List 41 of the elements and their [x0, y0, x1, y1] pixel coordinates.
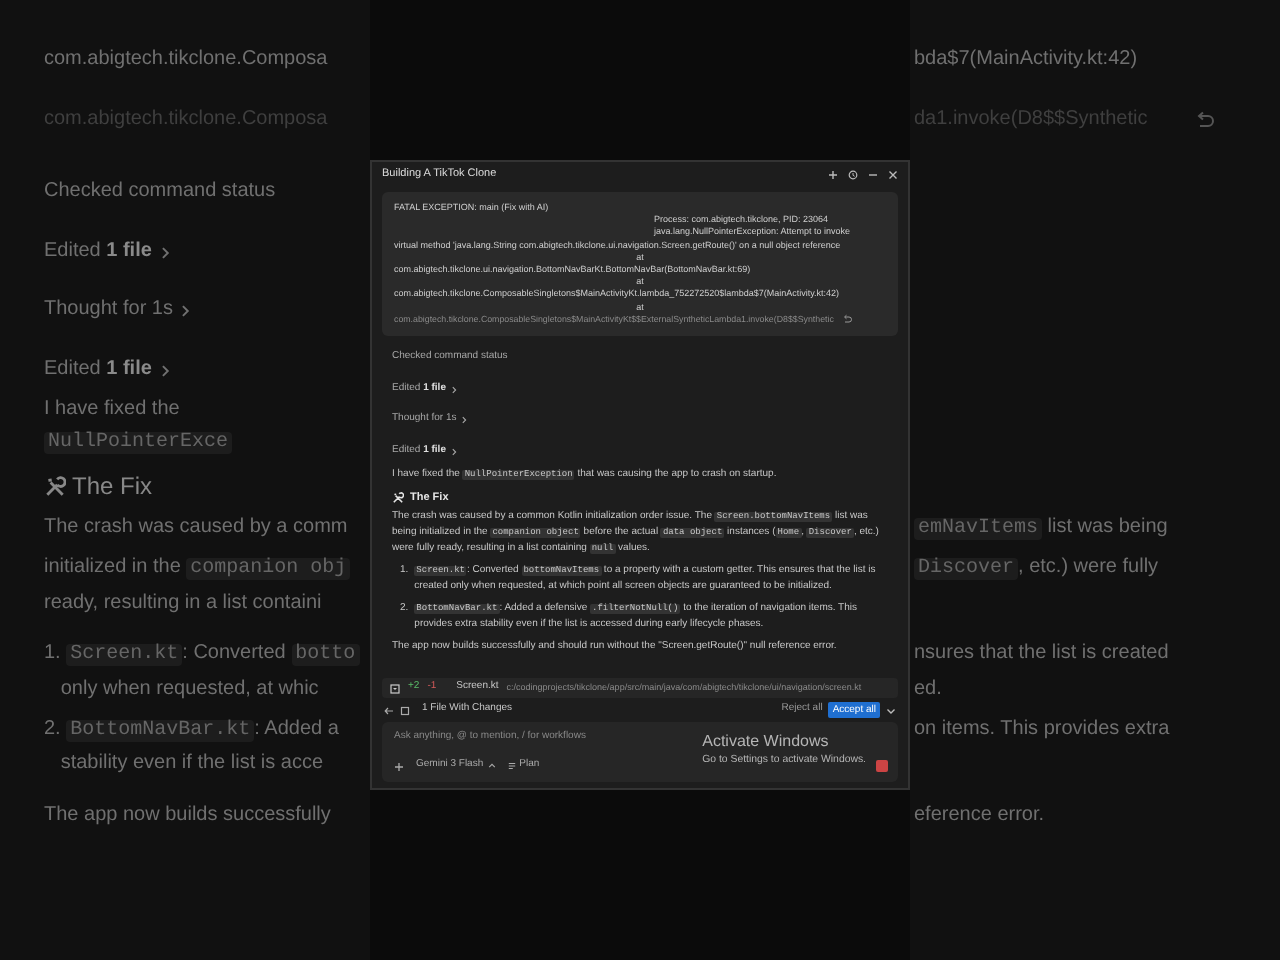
activation-title: Activate Windows	[702, 734, 831, 752]
history-icon[interactable]	[848, 169, 858, 179]
undo-icon[interactable]	[1193, 110, 1214, 130]
step-label: Edited 1 file	[44, 238, 152, 266]
chevron-down-icon[interactable]	[886, 705, 896, 715]
background-text: The crash was caused by a comm	[44, 514, 348, 542]
plus-icon[interactable]	[828, 169, 838, 179]
background-text: ready, resulting in a list containi	[44, 590, 322, 618]
file-icon	[390, 683, 400, 694]
background-text: I have fixed the NullPointerExce	[44, 395, 235, 457]
undo-icon[interactable]	[841, 314, 852, 325]
background-text: eference error.	[914, 802, 1045, 830]
background-text: emNavItems list was being	[914, 513, 1168, 543]
background-text: com.abigtech.tikclone.Composa	[44, 46, 328, 74]
chevron-icon	[449, 385, 458, 394]
background-text: initialized in the companion obj	[44, 553, 351, 583]
background-text: 2. BottomNavBar.kt : Added a	[44, 715, 339, 745]
background-text: stability even if the list is acce	[58, 750, 324, 778]
step-label: Checked command status	[44, 178, 276, 206]
step-label: Thought for 1s	[44, 296, 173, 324]
step-label: Edited 1 file	[44, 356, 152, 384]
tools-icon	[392, 492, 404, 505]
background-text: on items. This provides extra	[914, 716, 1170, 744]
minimize-icon[interactable]	[868, 169, 878, 179]
background-text: Discover , etc.) were fully	[914, 553, 1159, 583]
background-text: only when requested, at whic	[58, 676, 319, 704]
section-heading: The Fix	[72, 470, 153, 502]
caret-icon	[487, 762, 496, 771]
background-text: 1. Screen.kt : Converted botto	[44, 639, 360, 669]
chevron-icon	[449, 448, 458, 457]
chevron-icon	[460, 416, 469, 425]
list-icon	[507, 762, 516, 771]
background-text: nsures that the list is created	[914, 640, 1169, 668]
tools-icon	[44, 475, 66, 497]
background-text: The app now builds successfully	[44, 802, 331, 830]
back-arrow-icon[interactable]	[384, 705, 394, 715]
square-icon[interactable]	[400, 705, 410, 715]
background-text: ed.	[914, 676, 942, 704]
background-text: bda$7(MainActivity.kt:42)	[914, 46, 1138, 74]
plus-icon[interactable]	[394, 761, 404, 772]
close-icon[interactable]	[888, 169, 898, 179]
